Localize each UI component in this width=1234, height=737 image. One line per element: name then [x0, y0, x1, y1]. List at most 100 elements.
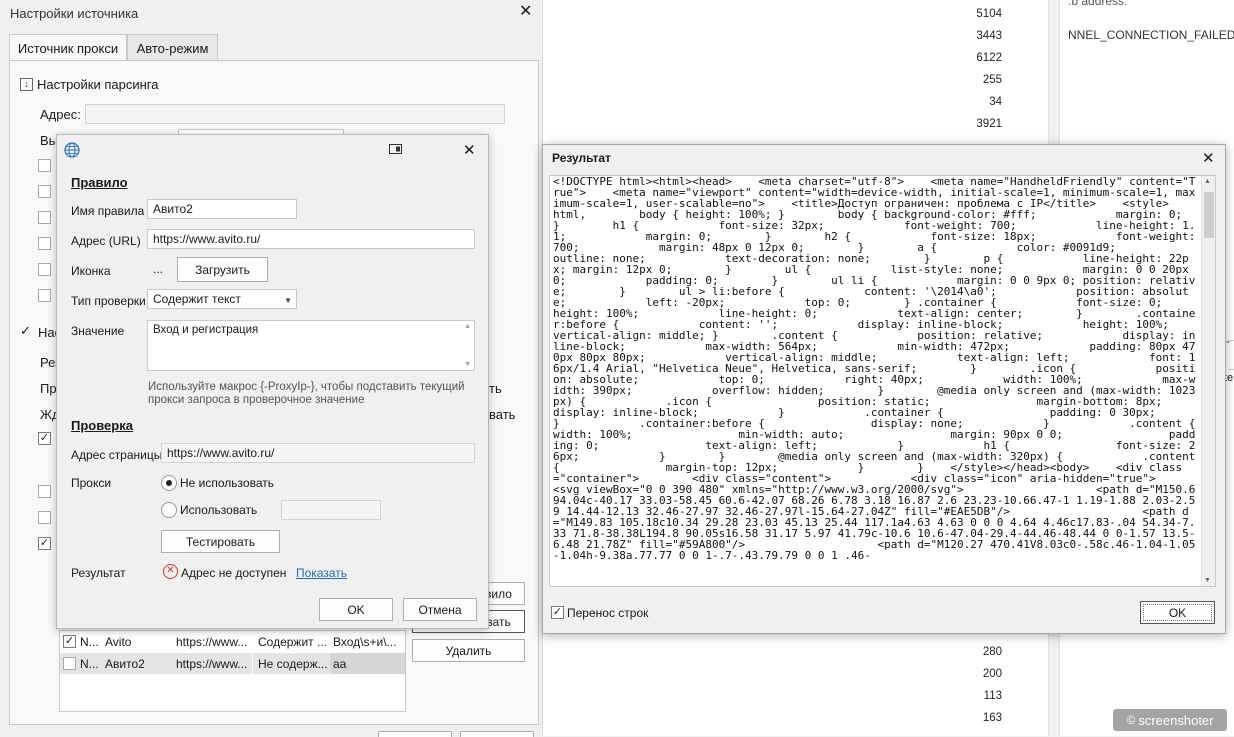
scrollbar-thumb[interactable] — [1204, 192, 1214, 238]
scroll-up-icon[interactable]: ▲ — [464, 323, 471, 330]
partial-label: Пр — [40, 381, 57, 396]
expand-check-icon[interactable]: ✓ — [20, 323, 31, 339]
button-label: вило — [485, 586, 512, 601]
bottom-button-edge[interactable] — [460, 731, 534, 737]
cancel-button[interactable]: Отмена — [403, 598, 477, 621]
radio-dot — [166, 480, 172, 486]
option-checkbox[interactable] — [38, 211, 51, 224]
row-checkbox[interactable]: ✓ — [63, 635, 76, 648]
name-label: Имя правила — [71, 204, 145, 218]
proxy-input[interactable] — [281, 500, 381, 520]
option-checkbox[interactable] — [38, 511, 51, 524]
cell-check-type: Не содерж... — [258, 657, 328, 671]
bg-number: 113 — [983, 690, 1002, 702]
show-link[interactable]: Показать — [296, 566, 347, 580]
bg-log-line: NNEL_CONNECTION_FAILED — [1068, 28, 1234, 42]
collapse-icon[interactable]: ↓ — [20, 78, 33, 91]
bg-number: 3443 — [976, 30, 1002, 42]
scroll-down-icon[interactable]: ▼ — [1204, 577, 1211, 584]
cell-check-type: Содержит ... — [258, 635, 327, 649]
bg-number: 3921 — [976, 118, 1002, 130]
result-dialog-title: Результат — [552, 151, 611, 165]
bg-edge-lines — [1228, 340, 1234, 370]
window-mode-icon[interactable] — [389, 143, 404, 155]
url-input[interactable]: https://www.avito.ru/ — [147, 229, 475, 249]
bottom-button-edge[interactable] — [378, 731, 452, 737]
option-checkbox[interactable] — [38, 263, 51, 276]
button-label: вать — [486, 614, 511, 629]
cell-id: N... — [80, 635, 99, 649]
cell-value: aa — [330, 653, 405, 674]
radio-no-proxy[interactable] — [161, 475, 177, 491]
page-address-input[interactable]: https://www.avito.ru/ — [161, 443, 475, 463]
check-type-select[interactable]: Содержит текст ▼ — [147, 289, 297, 309]
test-button[interactable]: Тестировать — [161, 530, 280, 553]
table-row[interactable]: N... Авито2 https://www... Не содерж... … — [60, 653, 405, 674]
option-checkbox-checked[interactable]: ✓ — [38, 432, 51, 445]
word-wrap-checkbox[interactable]: ✓ — [551, 606, 564, 619]
option-checkbox[interactable] — [38, 485, 51, 498]
address-label: Адрес: — [40, 107, 81, 122]
bg-log-line: .b address. — [1068, 0, 1128, 8]
scroll-down-icon[interactable]: ▼ — [464, 361, 471, 368]
check-type-value: Содержит текст — [153, 292, 241, 306]
value-textarea[interactable]: Вход и регистрация ▲ ▼ — [147, 320, 475, 371]
result-code-view[interactable]: <!DOCTYPE html><html><head> <meta charse… — [549, 175, 1216, 587]
close-icon[interactable]: ✕ — [463, 141, 476, 159]
option-checkbox[interactable] — [38, 185, 51, 198]
result-code-text: <!DOCTYPE html><html><head> <meta charse… — [553, 175, 1196, 562]
table-row[interactable]: ✓ N... Avito https://www... Содержит ...… — [60, 631, 405, 652]
page-address-label: Адрес страницы — [71, 448, 163, 462]
copyright-icon: © — [1126, 713, 1136, 727]
macro-hint: Используйте макрос {-ProxyIp-}, чтобы по… — [148, 381, 465, 406]
radio-no-proxy-label: Не использовать — [180, 476, 274, 490]
tab-proxy-source[interactable]: Источник прокси — [9, 34, 127, 62]
icon-label: Иконка — [71, 264, 111, 278]
bg-number: 280 — [982, 646, 1002, 658]
bg-number: 6122 — [976, 52, 1002, 64]
chevron-down-icon: ▼ — [284, 296, 292, 305]
watermark: © screenshoter — [1113, 709, 1227, 731]
vertical-scrollbar[interactable]: ▲ ▼ — [1201, 176, 1215, 586]
result-dialog: Результат ✕ <!DOCTYPE html><html><head> … — [542, 144, 1226, 634]
cell-url: https://www... — [176, 657, 248, 671]
error-icon: ✕ — [163, 564, 178, 579]
parsing-section-title: Настройки парсинга — [37, 77, 159, 92]
column-divider — [252, 631, 253, 674]
tab-auto-mode[interactable]: Авто-режим — [127, 34, 218, 61]
result-ok-button[interactable]: OK — [1140, 601, 1215, 624]
dialog-title: Настройки источника — [10, 6, 139, 21]
close-icon[interactable]: ✕ — [519, 3, 532, 21]
option-checkbox-checked[interactable]: ✓ — [38, 537, 51, 550]
upload-button[interactable]: Загрузить — [177, 257, 268, 282]
word-wrap-label: Перенос строк — [567, 606, 649, 620]
value-text: Вход и регистрация — [153, 324, 259, 336]
globe-icon — [64, 142, 80, 158]
rule-name-input[interactable]: Авито2 — [147, 199, 297, 219]
close-icon[interactable]: ✕ — [1202, 149, 1215, 167]
ok-button[interactable]: OK — [319, 598, 393, 621]
address-input[interactable] — [85, 104, 505, 124]
cell-name: Avito — [105, 635, 132, 649]
scroll-up-icon[interactable]: ▲ — [1204, 178, 1211, 185]
bg-number: 200 — [982, 668, 1002, 680]
icon-dots: ... — [153, 262, 164, 276]
cell-value: Вход\s+и\... — [333, 635, 397, 649]
option-checkbox[interactable] — [38, 289, 51, 302]
radio-use-proxy-label: Использовать — [180, 503, 258, 517]
proxy-label: Прокси — [71, 476, 112, 490]
option-checkbox[interactable] — [38, 237, 51, 250]
bg-number: 34 — [989, 96, 1002, 108]
rule-dialog: ✕ Правило Имя правила Авито2 Адрес (URL)… — [56, 134, 489, 629]
partial-label: вать — [489, 407, 516, 422]
check-section-title: Проверка — [71, 418, 133, 433]
bg-number: 255 — [982, 74, 1002, 86]
row-checkbox[interactable] — [63, 657, 76, 670]
cell-url: https://www... — [176, 635, 248, 649]
rules-table: ✓ N... Avito https://www... Содержит ...… — [59, 630, 406, 712]
radio-use-proxy[interactable] — [161, 502, 177, 518]
option-checkbox[interactable] — [38, 159, 51, 172]
cell-id: N... — [80, 657, 99, 671]
delete-button[interactable]: Удалить — [412, 639, 525, 662]
cell-name: Авито2 — [105, 657, 145, 671]
